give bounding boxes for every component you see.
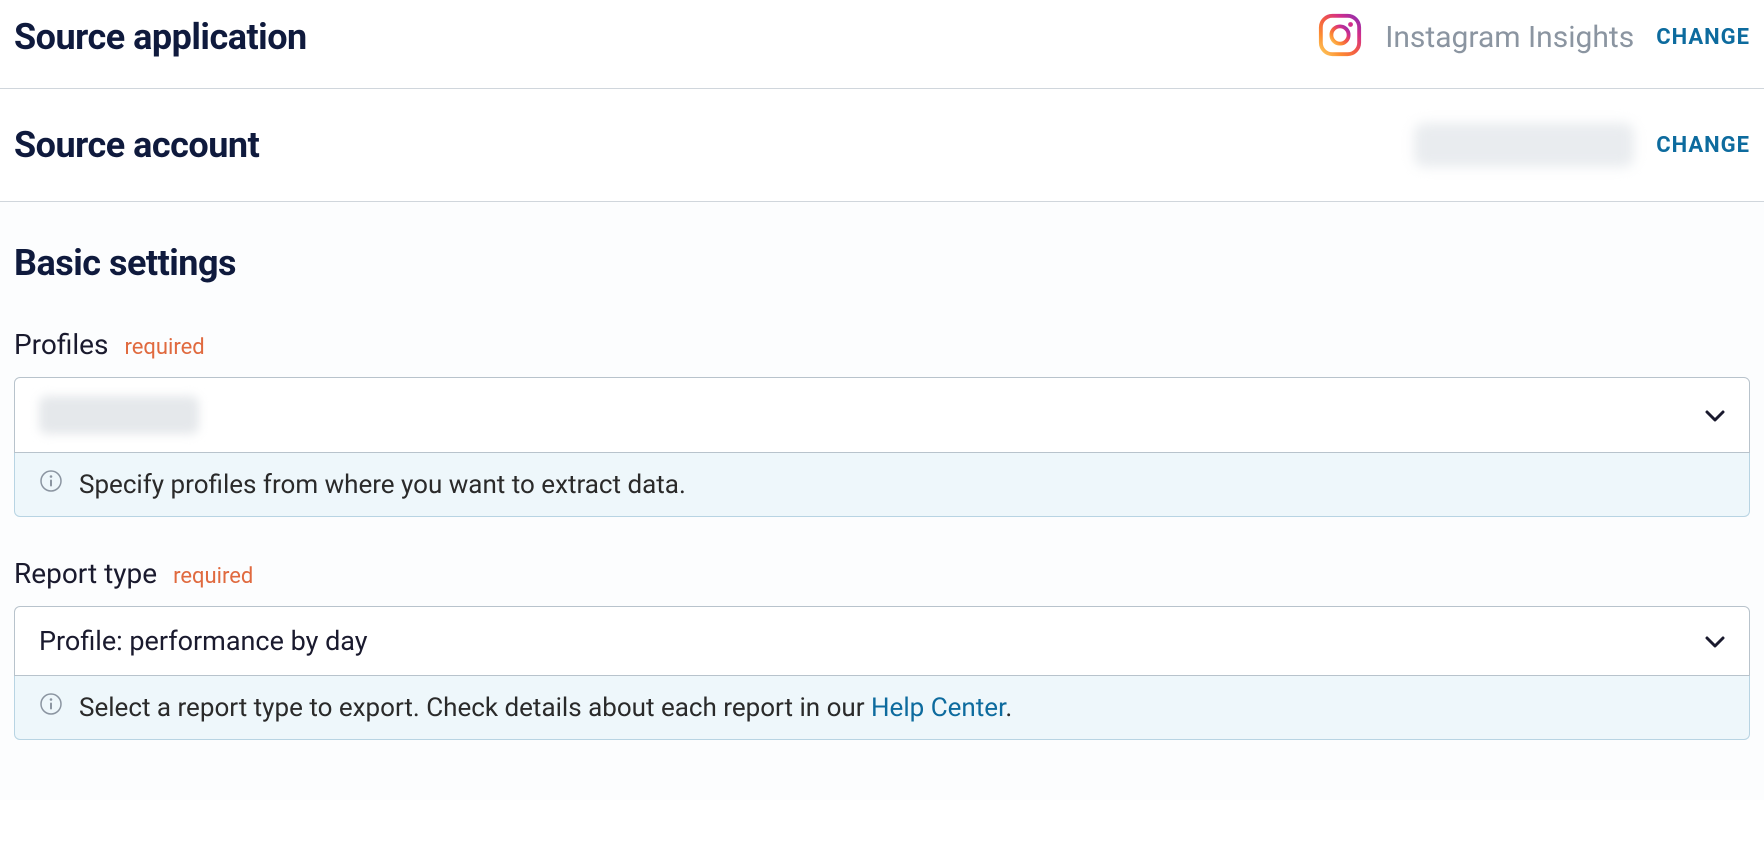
source-account-right: CHANGE <box>1414 123 1750 167</box>
chevron-down-icon <box>1705 629 1725 653</box>
report-type-label-row: Report type required <box>14 557 1750 590</box>
info-icon <box>39 692 63 723</box>
report-type-selected-value: Profile: performance by day <box>39 625 368 657</box>
source-account-row: Source account CHANGE <box>0 89 1764 202</box>
info-icon <box>39 469 63 500</box>
report-type-hint-text: Select a report type to export. Check de… <box>79 693 1012 723</box>
profiles-selected-value-redacted <box>39 396 199 434</box>
report-type-label: Report type <box>14 557 157 590</box>
profiles-hint: Specify profiles from where you want to … <box>14 453 1750 517</box>
profiles-field: Profiles required Specify profiles from … <box>14 328 1750 517</box>
report-type-hint-suffix: . <box>1005 693 1012 723</box>
basic-settings-section: Basic settings Profiles required Specify… <box>0 202 1764 800</box>
source-application-title: Source application <box>14 16 307 58</box>
profiles-required-tag: required <box>124 335 204 360</box>
change-source-account-button[interactable]: CHANGE <box>1656 133 1750 158</box>
report-type-hint: Select a report type to export. Check de… <box>14 676 1750 740</box>
report-type-required-tag: required <box>173 564 253 589</box>
profiles-label-row: Profiles required <box>14 328 1750 361</box>
instagram-icon <box>1317 12 1363 62</box>
basic-settings-title: Basic settings <box>14 242 1750 284</box>
source-application-right: Instagram Insights CHANGE <box>1317 12 1750 62</box>
profiles-hint-text: Specify profiles from where you want to … <box>79 470 686 500</box>
profiles-select[interactable] <box>14 377 1750 453</box>
change-source-app-button[interactable]: CHANGE <box>1656 25 1750 50</box>
help-center-link[interactable]: Help Center <box>871 693 1005 723</box>
source-application-row: Source application Instagram Insights <box>0 0 1764 89</box>
source-account-title: Source account <box>14 124 259 166</box>
report-type-field: Report type required Profile: performanc… <box>14 557 1750 740</box>
report-type-select[interactable]: Profile: performance by day <box>14 606 1750 676</box>
report-type-hint-prefix: Select a report type to export. Check de… <box>79 693 871 723</box>
profiles-label: Profiles <box>14 328 108 361</box>
source-account-value-redacted <box>1414 123 1634 167</box>
source-application-name: Instagram Insights <box>1385 20 1634 55</box>
chevron-down-icon <box>1705 403 1725 427</box>
